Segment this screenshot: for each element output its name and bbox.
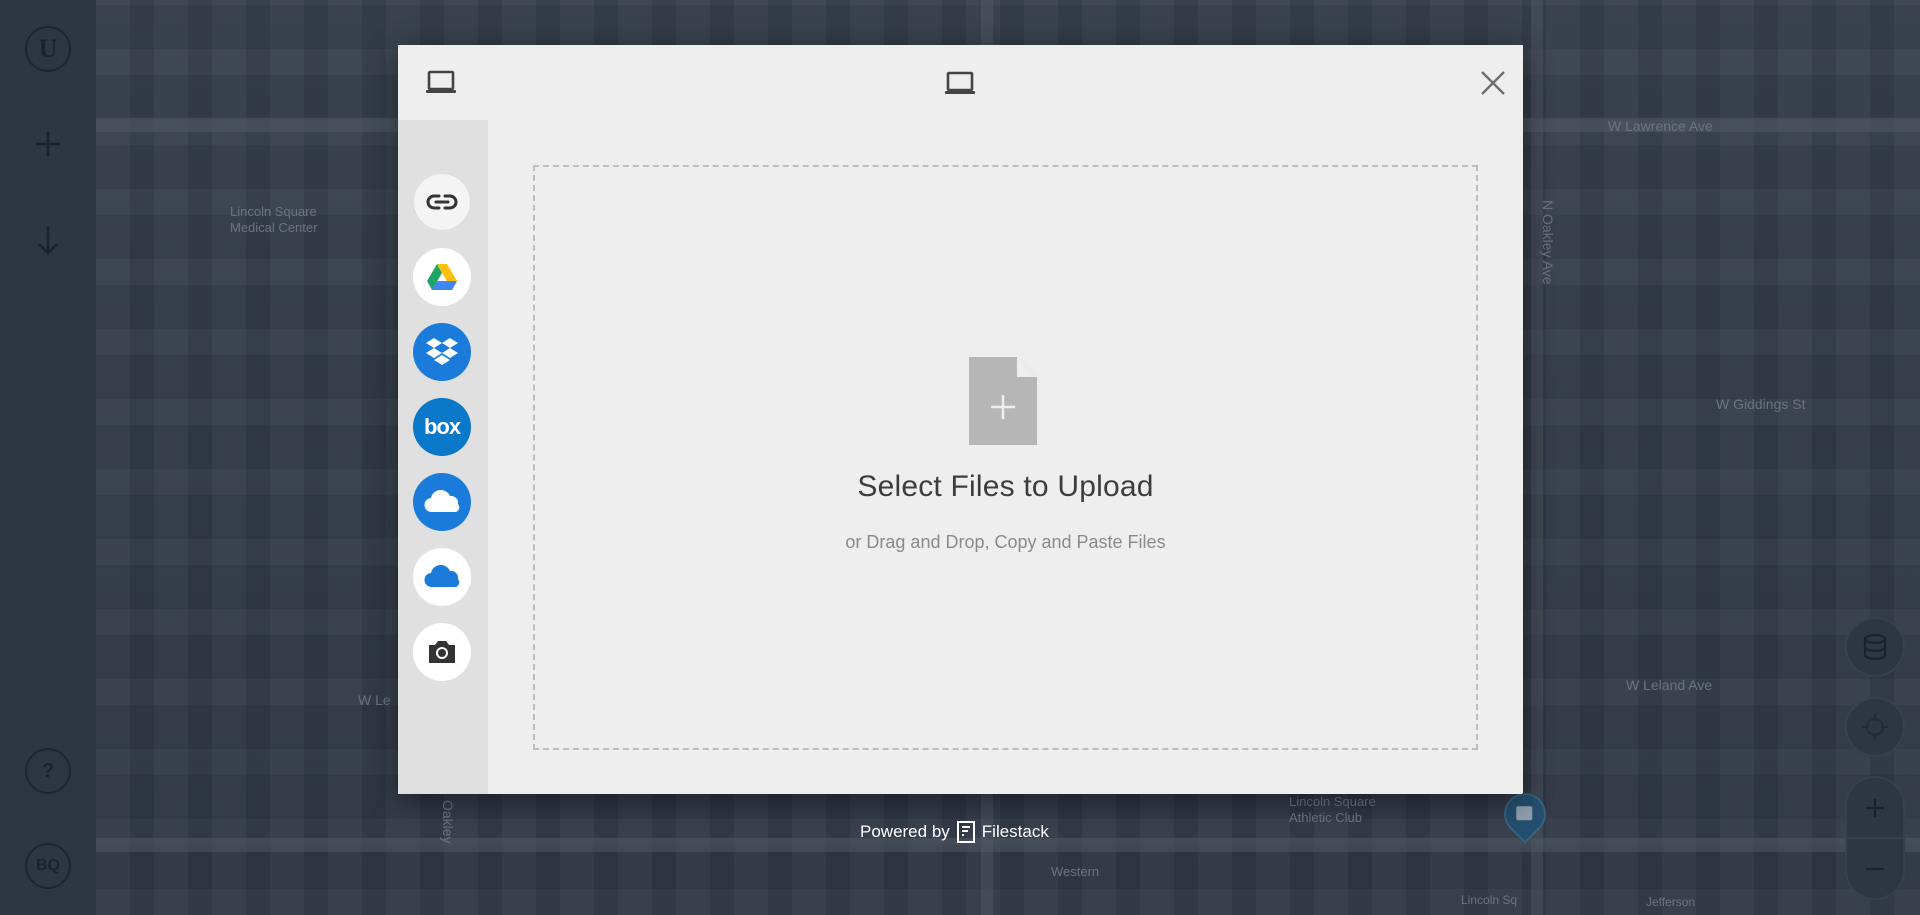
source-google-drive[interactable] bbox=[413, 248, 471, 306]
dropbox-icon bbox=[426, 338, 458, 365]
drop-zone-title: Select Files to Upload bbox=[857, 470, 1154, 503]
drop-zone-subtitle: or Drag and Drop, Copy and Paste Files bbox=[845, 532, 1166, 552]
onedrive-cloud-icon bbox=[424, 490, 460, 513]
file-picker-modal: box Select Files to Upload or Drag and D… bbox=[398, 45, 1523, 794]
source-dropbox[interactable] bbox=[413, 323, 471, 381]
google-drive-icon bbox=[427, 264, 457, 290]
close-button[interactable] bbox=[1476, 66, 1510, 100]
source-webcam[interactable] bbox=[413, 623, 471, 681]
computer-icon bbox=[426, 70, 456, 93]
powered-by-label: Powered by bbox=[860, 822, 950, 841]
powered-by-footer: Powered by Filestack bbox=[860, 820, 1049, 844]
close-icon bbox=[1481, 71, 1505, 95]
onedrive-cloud-icon bbox=[424, 565, 460, 588]
computer-icon bbox=[945, 71, 975, 94]
source-box[interactable]: box bbox=[413, 398, 471, 456]
source-sidebar: box bbox=[398, 120, 488, 794]
camera-icon bbox=[429, 641, 455, 663]
source-onedrive-business[interactable] bbox=[413, 548, 471, 606]
link-icon bbox=[426, 194, 458, 210]
powered-by-brand[interactable]: Filestack bbox=[982, 822, 1049, 842]
filestack-logo-icon bbox=[956, 821, 975, 843]
add-file-icon bbox=[969, 357, 1037, 445]
box-logo-text: box bbox=[423, 414, 461, 439]
picker-header bbox=[398, 45, 1523, 120]
source-onedrive[interactable] bbox=[413, 473, 471, 531]
file-drop-zone[interactable]: Select Files to Upload or Drag and Drop,… bbox=[533, 165, 1478, 750]
source-link[interactable] bbox=[413, 173, 471, 231]
